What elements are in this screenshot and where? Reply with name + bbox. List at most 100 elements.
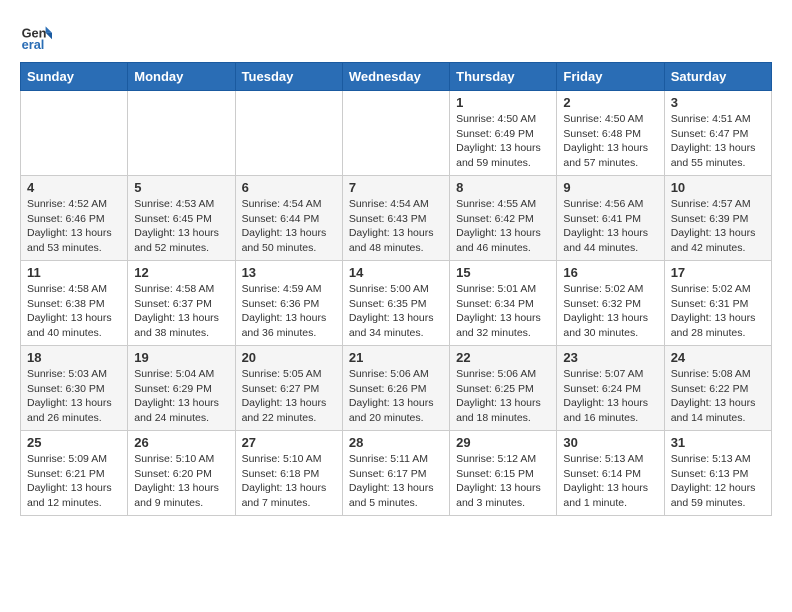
day-number: 25 — [27, 435, 121, 450]
day-info: Sunrise: 5:04 AM Sunset: 6:29 PM Dayligh… — [134, 367, 228, 426]
day-info: Sunrise: 5:05 AM Sunset: 6:27 PM Dayligh… — [242, 367, 336, 426]
day-number: 18 — [27, 350, 121, 365]
calendar-cell: 25 Sunrise: 5:09 AM Sunset: 6:21 PM Dayli… — [21, 431, 128, 516]
day-number: 23 — [563, 350, 657, 365]
day-info: Sunrise: 4:54 AM Sunset: 6:43 PM Dayligh… — [349, 197, 443, 256]
calendar-cell: 23 Sunrise: 5:07 AM Sunset: 6:24 PM Dayli… — [557, 346, 664, 431]
calendar-week-row: 25 Sunrise: 5:09 AM Sunset: 6:21 PM Dayli… — [21, 431, 772, 516]
calendar-header-row: SundayMondayTuesdayWednesdayThursdayFrid… — [21, 63, 772, 91]
calendar-cell: 1 Sunrise: 4:50 AM Sunset: 6:49 PM Daylig… — [450, 91, 557, 176]
day-number: 8 — [456, 180, 550, 195]
day-info: Sunrise: 5:02 AM Sunset: 6:31 PM Dayligh… — [671, 282, 765, 341]
calendar-day-header: Wednesday — [342, 63, 449, 91]
calendar-week-row: 1 Sunrise: 4:50 AM Sunset: 6:49 PM Daylig… — [21, 91, 772, 176]
page-header: Gen eral — [20, 20, 772, 52]
day-number: 29 — [456, 435, 550, 450]
day-info: Sunrise: 5:00 AM Sunset: 6:35 PM Dayligh… — [349, 282, 443, 341]
calendar-day-header: Tuesday — [235, 63, 342, 91]
day-number: 9 — [563, 180, 657, 195]
calendar-cell — [235, 91, 342, 176]
calendar-cell: 31 Sunrise: 5:13 AM Sunset: 6:13 PM Dayli… — [664, 431, 771, 516]
calendar-cell — [21, 91, 128, 176]
calendar-day-header: Sunday — [21, 63, 128, 91]
day-number: 7 — [349, 180, 443, 195]
calendar-week-row: 18 Sunrise: 5:03 AM Sunset: 6:30 PM Dayli… — [21, 346, 772, 431]
calendar-week-row: 4Sunrise: 4:52 AM Sunset: 6:46 PM Daylig… — [21, 176, 772, 261]
day-number: 24 — [671, 350, 765, 365]
calendar-cell: 14 Sunrise: 5:00 AM Sunset: 6:35 PM Dayli… — [342, 261, 449, 346]
calendar-cell: 5 Sunrise: 4:53 AM Sunset: 6:45 PM Daylig… — [128, 176, 235, 261]
day-number: 5 — [134, 180, 228, 195]
day-info: Sunrise: 5:13 AM Sunset: 6:13 PM Dayligh… — [671, 452, 765, 511]
day-number: 3 — [671, 95, 765, 110]
day-info: Sunrise: 4:50 AM Sunset: 6:49 PM Dayligh… — [456, 112, 550, 171]
day-info: Sunrise: 5:01 AM Sunset: 6:34 PM Dayligh… — [456, 282, 550, 341]
calendar-day-header: Friday — [557, 63, 664, 91]
logo-icon: Gen eral — [20, 20, 52, 52]
day-info: Sunrise: 4:54 AM Sunset: 6:44 PM Dayligh… — [242, 197, 336, 256]
calendar-cell: 22 Sunrise: 5:06 AM Sunset: 6:25 PM Dayli… — [450, 346, 557, 431]
day-info: Sunrise: 5:03 AM Sunset: 6:30 PM Dayligh… — [27, 367, 121, 426]
calendar-cell: 11Sunrise: 4:58 AM Sunset: 6:38 PM Dayli… — [21, 261, 128, 346]
day-info: Sunrise: 5:12 AM Sunset: 6:15 PM Dayligh… — [456, 452, 550, 511]
calendar-cell: 17 Sunrise: 5:02 AM Sunset: 6:31 PM Dayli… — [664, 261, 771, 346]
day-info: Sunrise: 5:02 AM Sunset: 6:32 PM Dayligh… — [563, 282, 657, 341]
calendar-table: SundayMondayTuesdayWednesdayThursdayFrid… — [20, 62, 772, 516]
day-number: 22 — [456, 350, 550, 365]
day-info: Sunrise: 5:10 AM Sunset: 6:18 PM Dayligh… — [242, 452, 336, 511]
calendar-cell: 2 Sunrise: 4:50 AM Sunset: 6:48 PM Daylig… — [557, 91, 664, 176]
day-number: 12 — [134, 265, 228, 280]
day-info: Sunrise: 4:58 AM Sunset: 6:37 PM Dayligh… — [134, 282, 228, 341]
day-number: 11 — [27, 265, 121, 280]
calendar-cell: 24 Sunrise: 5:08 AM Sunset: 6:22 PM Dayli… — [664, 346, 771, 431]
calendar-cell: 21Sunrise: 5:06 AM Sunset: 6:26 PM Dayli… — [342, 346, 449, 431]
day-number: 20 — [242, 350, 336, 365]
calendar-cell: 13Sunrise: 4:59 AM Sunset: 6:36 PM Dayli… — [235, 261, 342, 346]
svg-text:eral: eral — [22, 37, 45, 52]
logo: Gen eral — [20, 20, 56, 52]
day-number: 10 — [671, 180, 765, 195]
day-info: Sunrise: 5:08 AM Sunset: 6:22 PM Dayligh… — [671, 367, 765, 426]
day-number: 14 — [349, 265, 443, 280]
day-info: Sunrise: 5:06 AM Sunset: 6:25 PM Dayligh… — [456, 367, 550, 426]
day-number: 17 — [671, 265, 765, 280]
calendar-cell: 18 Sunrise: 5:03 AM Sunset: 6:30 PM Dayli… — [21, 346, 128, 431]
day-info: Sunrise: 4:51 AM Sunset: 6:47 PM Dayligh… — [671, 112, 765, 171]
day-number: 31 — [671, 435, 765, 450]
day-info: Sunrise: 5:07 AM Sunset: 6:24 PM Dayligh… — [563, 367, 657, 426]
calendar-cell: 6 Sunrise: 4:54 AM Sunset: 6:44 PM Daylig… — [235, 176, 342, 261]
calendar-cell: 10 Sunrise: 4:57 AM Sunset: 6:39 PM Dayli… — [664, 176, 771, 261]
calendar-cell: 15 Sunrise: 5:01 AM Sunset: 6:34 PM Dayli… — [450, 261, 557, 346]
day-number: 27 — [242, 435, 336, 450]
day-info: Sunrise: 5:11 AM Sunset: 6:17 PM Dayligh… — [349, 452, 443, 511]
calendar-cell: 26 Sunrise: 5:10 AM Sunset: 6:20 PM Dayli… — [128, 431, 235, 516]
calendar-day-header: Monday — [128, 63, 235, 91]
calendar-week-row: 11Sunrise: 4:58 AM Sunset: 6:38 PM Dayli… — [21, 261, 772, 346]
day-number: 6 — [242, 180, 336, 195]
day-info: Sunrise: 4:50 AM Sunset: 6:48 PM Dayligh… — [563, 112, 657, 171]
day-info: Sunrise: 4:55 AM Sunset: 6:42 PM Dayligh… — [456, 197, 550, 256]
day-info: Sunrise: 4:56 AM Sunset: 6:41 PM Dayligh… — [563, 197, 657, 256]
day-info: Sunrise: 5:10 AM Sunset: 6:20 PM Dayligh… — [134, 452, 228, 511]
calendar-cell: 9 Sunrise: 4:56 AM Sunset: 6:41 PM Daylig… — [557, 176, 664, 261]
day-number: 19 — [134, 350, 228, 365]
day-info: Sunrise: 5:09 AM Sunset: 6:21 PM Dayligh… — [27, 452, 121, 511]
calendar-cell: 30 Sunrise: 5:13 AM Sunset: 6:14 PM Dayli… — [557, 431, 664, 516]
day-info: Sunrise: 5:13 AM Sunset: 6:14 PM Dayligh… — [563, 452, 657, 511]
day-number: 2 — [563, 95, 657, 110]
calendar-body: 1 Sunrise: 4:50 AM Sunset: 6:49 PM Daylig… — [21, 91, 772, 516]
calendar-day-header: Saturday — [664, 63, 771, 91]
calendar-cell: 19 Sunrise: 5:04 AM Sunset: 6:29 PM Dayli… — [128, 346, 235, 431]
day-info: Sunrise: 4:53 AM Sunset: 6:45 PM Dayligh… — [134, 197, 228, 256]
day-number: 28 — [349, 435, 443, 450]
calendar-cell: 28 Sunrise: 5:11 AM Sunset: 6:17 PM Dayli… — [342, 431, 449, 516]
day-number: 1 — [456, 95, 550, 110]
calendar-cell — [342, 91, 449, 176]
day-info: Sunrise: 4:57 AM Sunset: 6:39 PM Dayligh… — [671, 197, 765, 256]
day-number: 26 — [134, 435, 228, 450]
calendar-cell — [128, 91, 235, 176]
day-number: 30 — [563, 435, 657, 450]
day-info: Sunrise: 5:06 AM Sunset: 6:26 PM Dayligh… — [349, 367, 443, 426]
calendar-cell: 16Sunrise: 5:02 AM Sunset: 6:32 PM Dayli… — [557, 261, 664, 346]
day-number: 15 — [456, 265, 550, 280]
